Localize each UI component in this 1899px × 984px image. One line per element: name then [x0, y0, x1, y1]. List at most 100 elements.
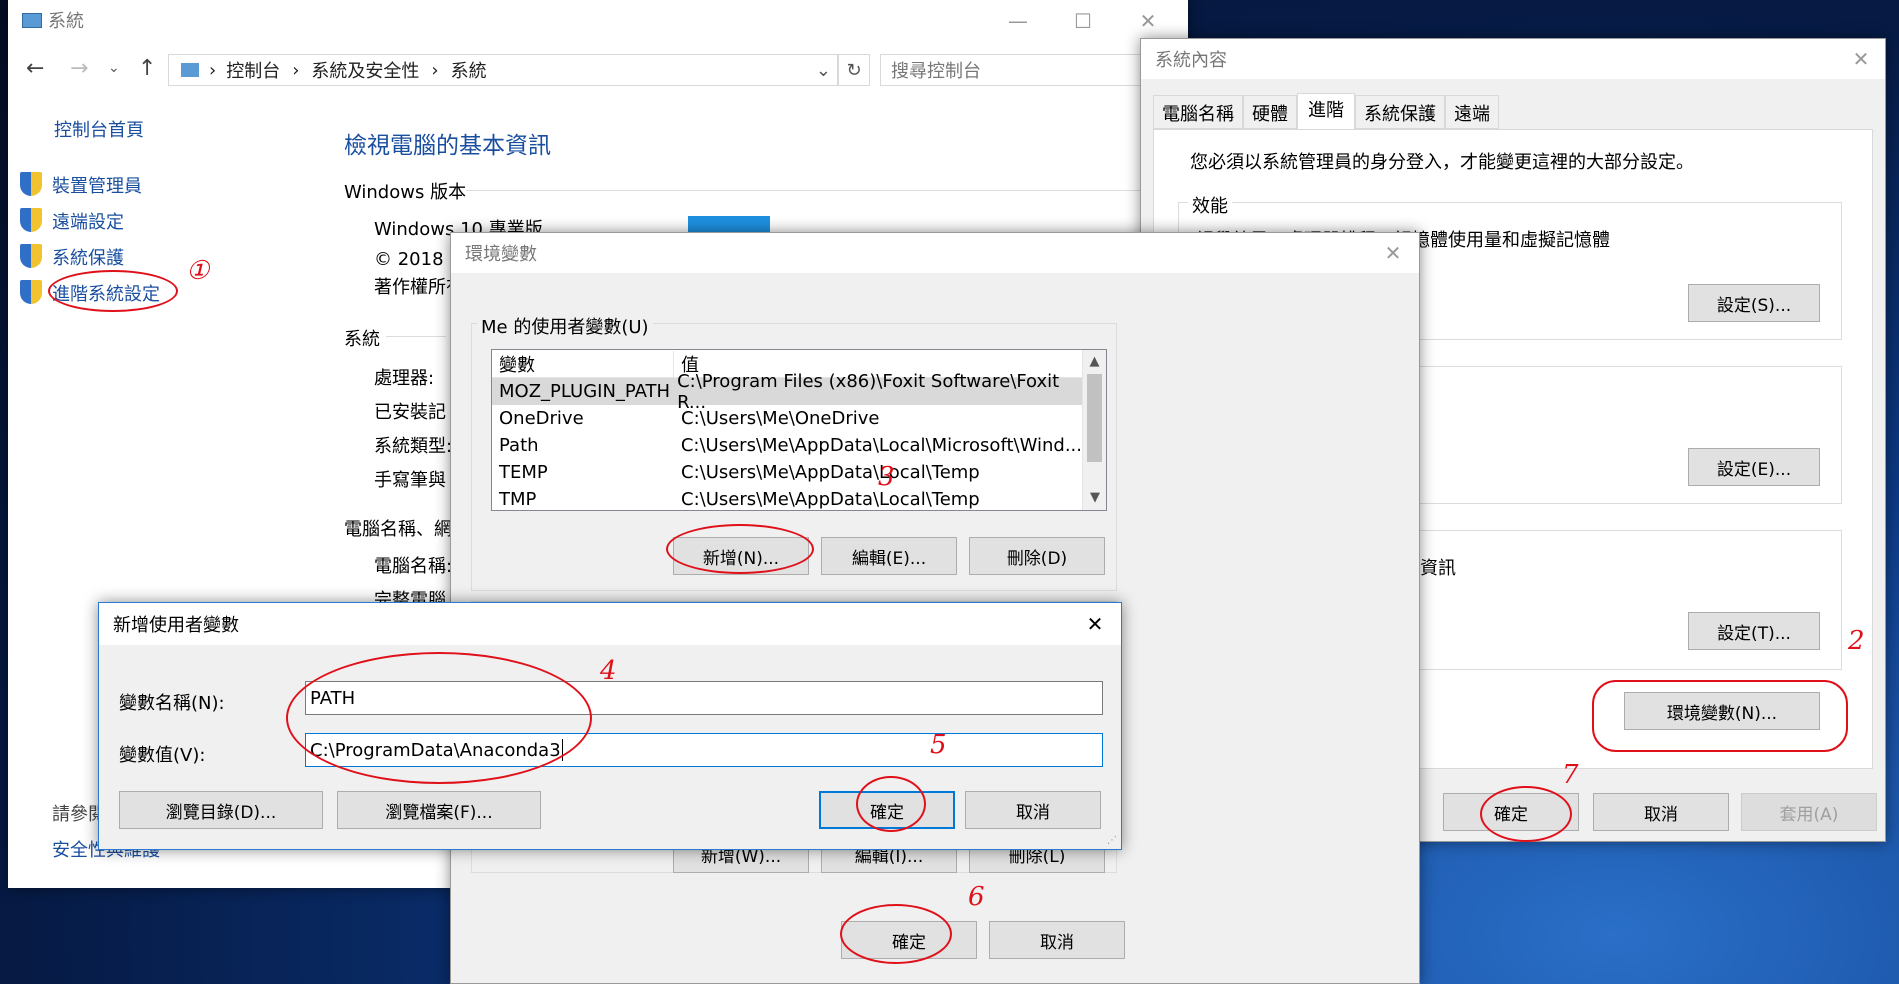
- breadcrumb-control-panel[interactable]: 控制台: [226, 57, 280, 83]
- sidebar-item-remote[interactable]: 遠端設定: [52, 208, 124, 234]
- pen-touch-label: 手寫筆與: [374, 470, 446, 491]
- sysprops-cancel-button[interactable]: 取消: [1593, 793, 1729, 831]
- tab-protection[interactable]: 系統保護: [1355, 95, 1445, 129]
- search-placeholder: 搜尋控制台: [891, 61, 981, 82]
- envvars-title: 環境變數: [465, 244, 537, 265]
- sysprops-apply-button[interactable]: 套用(A): [1741, 793, 1877, 831]
- browse-directory-button[interactable]: 瀏覽目錄(D)...: [119, 791, 323, 829]
- breadcrumb-sep-icon: ›: [209, 59, 217, 81]
- annotation-number-3: 3: [878, 462, 895, 492]
- close-icon[interactable]: ✕: [1128, 6, 1168, 36]
- memory-label: 已安裝記: [374, 402, 446, 423]
- scroll-up-icon[interactable]: ▲: [1083, 350, 1106, 374]
- newvar-cancel-button[interactable]: 取消: [965, 791, 1101, 829]
- computer-small-icon: [181, 63, 199, 77]
- var-value: C:\Users\Me\AppData\Local\Temp: [681, 489, 980, 510]
- list-item[interactable]: TEMP C:\Users\Me\AppData\Local\Temp: [492, 459, 1082, 486]
- annotation-circle-fields: [286, 652, 592, 784]
- search-input[interactable]: 搜尋控制台: [880, 54, 1180, 86]
- profile-settings-button[interactable]: 設定(E)...: [1688, 448, 1820, 486]
- new-user-variable-dialog: 新增使用者變數 ✕ 變數名稱(N): PATH 變數值(V): C:\Progr…: [98, 602, 1122, 850]
- chevron-down-icon[interactable]: ⌄: [108, 60, 120, 76]
- var-name: Path: [499, 435, 539, 456]
- list-item[interactable]: OneDrive C:\Users\Me\OneDrive: [492, 405, 1082, 432]
- user-delete-button[interactable]: 刪除(D): [969, 537, 1105, 575]
- user-edit-button[interactable]: 編輯(E)...: [821, 537, 957, 575]
- annotation-circle-new-button: [666, 524, 814, 574]
- sysprops-title: 系統內容: [1155, 50, 1227, 71]
- user-vars-list: 變數 值 MOZ_PLUGIN_PATH C:\Program Files (x…: [491, 349, 1107, 511]
- newvar-title: 新增使用者變數: [113, 615, 239, 636]
- envvars-cancel-button[interactable]: 取消: [989, 921, 1125, 959]
- perf-settings-button[interactable]: 設定(S)...: [1688, 284, 1820, 322]
- minimize-icon[interactable]: —: [998, 6, 1038, 36]
- var-name: TEMP: [499, 462, 548, 483]
- refresh-icon[interactable]: ↻: [838, 54, 870, 86]
- breadcrumb-system[interactable]: 系統: [451, 57, 487, 83]
- system-window-title: 系統: [48, 11, 84, 32]
- breadcrumb-sep-icon: ›: [292, 59, 300, 81]
- admin-notice: 您必須以系統管理員的身分登入，才能變更這裡的大部分設定。: [1190, 152, 1694, 173]
- up-arrow-icon[interactable]: ↑: [138, 56, 156, 81]
- scroll-down-icon[interactable]: ▼: [1083, 486, 1106, 510]
- sysprops-titlebar: 系統內容: [1141, 39, 1885, 79]
- close-icon[interactable]: ✕: [1373, 238, 1413, 268]
- system-section-label: 系統: [344, 329, 380, 350]
- annotation-number-5: 5: [930, 730, 947, 760]
- sidebar-item-protection[interactable]: 系統保護: [52, 244, 124, 270]
- address-bar[interactable]: › 控制台 › 系統及安全性 › 系統 ⌄: [168, 54, 838, 86]
- forward-arrow-icon[interactable]: →: [70, 56, 88, 81]
- processor-label: 處理器:: [374, 368, 435, 389]
- var-value-label: 變數值(V):: [119, 745, 206, 766]
- annotation-circle-envvars-ok: [840, 904, 952, 964]
- perf-group-label: 效能: [1188, 192, 1232, 218]
- annotation-number-1: ①: [186, 256, 210, 286]
- var-value: C:\Users\Me\OneDrive: [681, 408, 880, 429]
- var-value: C:\Users\Me\AppData\Local\Temp: [681, 462, 980, 483]
- maximize-icon[interactable]: ☐: [1063, 6, 1103, 36]
- var-name: OneDrive: [499, 408, 584, 429]
- newvar-titlebar: 新增使用者變數: [99, 603, 1121, 645]
- computer-name-label: 電腦名稱:: [374, 556, 453, 577]
- sidebar-item-device-manager[interactable]: 裝置管理員: [52, 172, 142, 198]
- browse-file-button[interactable]: 瀏覽檔案(F)...: [337, 791, 541, 829]
- address-dropdown-icon[interactable]: ⌄: [816, 60, 831, 81]
- sidebar-home-link[interactable]: 控制台首頁: [54, 116, 144, 142]
- tab-hardware[interactable]: 硬體: [1243, 95, 1297, 129]
- annotation-number-7: 7: [1562, 760, 1579, 790]
- tab-strip: 電腦名稱 硬體 進階 系統保護 遠端: [1153, 93, 1499, 129]
- shield-icon: [20, 280, 42, 304]
- shield-icon: [20, 208, 42, 232]
- annotation-number-4: 4: [600, 656, 617, 686]
- var-name: TMP: [499, 489, 537, 510]
- tab-remote[interactable]: 遠端: [1445, 95, 1499, 129]
- shield-icon: [20, 172, 42, 196]
- divider: [386, 336, 446, 337]
- annotation-number-2: 2: [1848, 626, 1865, 656]
- var-name: MOZ_PLUGIN_PATH: [499, 381, 671, 402]
- resize-grip-icon[interactable]: ⋰: [1107, 835, 1117, 846]
- shield-icon: [20, 244, 42, 268]
- list-item[interactable]: TMP C:\Users\Me\AppData\Local\Temp: [492, 486, 1082, 510]
- startup-settings-button[interactable]: 設定(T)...: [1688, 612, 1820, 650]
- annotation-circle-advanced: [48, 270, 178, 312]
- breadcrumb-security[interactable]: 系統及安全性: [311, 57, 419, 83]
- envvars-titlebar: 環境變數: [451, 233, 1419, 273]
- divider: [466, 190, 1166, 191]
- close-icon[interactable]: ✕: [1841, 44, 1881, 74]
- scroll-thumb[interactable]: [1087, 374, 1102, 462]
- list-scrollbar[interactable]: ▲ ▼: [1082, 350, 1106, 510]
- system-type-label: 系統類型:: [374, 436, 453, 457]
- back-arrow-icon[interactable]: ←: [26, 56, 44, 81]
- annotation-circle-env-button: [1592, 680, 1848, 752]
- list-item[interactable]: MOZ_PLUGIN_PATH C:\Program Files (x86)\F…: [492, 371, 1082, 413]
- annotation-circle-sysprops-ok: [1480, 786, 1572, 842]
- computer-name-section-label: 電腦名稱、網: [344, 519, 452, 540]
- list-item[interactable]: Path C:\Users\Me\AppData\Local\Microsoft…: [492, 432, 1082, 459]
- page-title: 檢視電腦的基本資訊: [344, 133, 551, 159]
- column-header-variable[interactable]: 變數: [492, 350, 674, 377]
- tab-advanced[interactable]: 進階: [1297, 93, 1355, 129]
- tab-computer-name[interactable]: 電腦名稱: [1153, 95, 1243, 129]
- computer-icon: [22, 12, 42, 28]
- close-icon[interactable]: ✕: [1075, 609, 1115, 639]
